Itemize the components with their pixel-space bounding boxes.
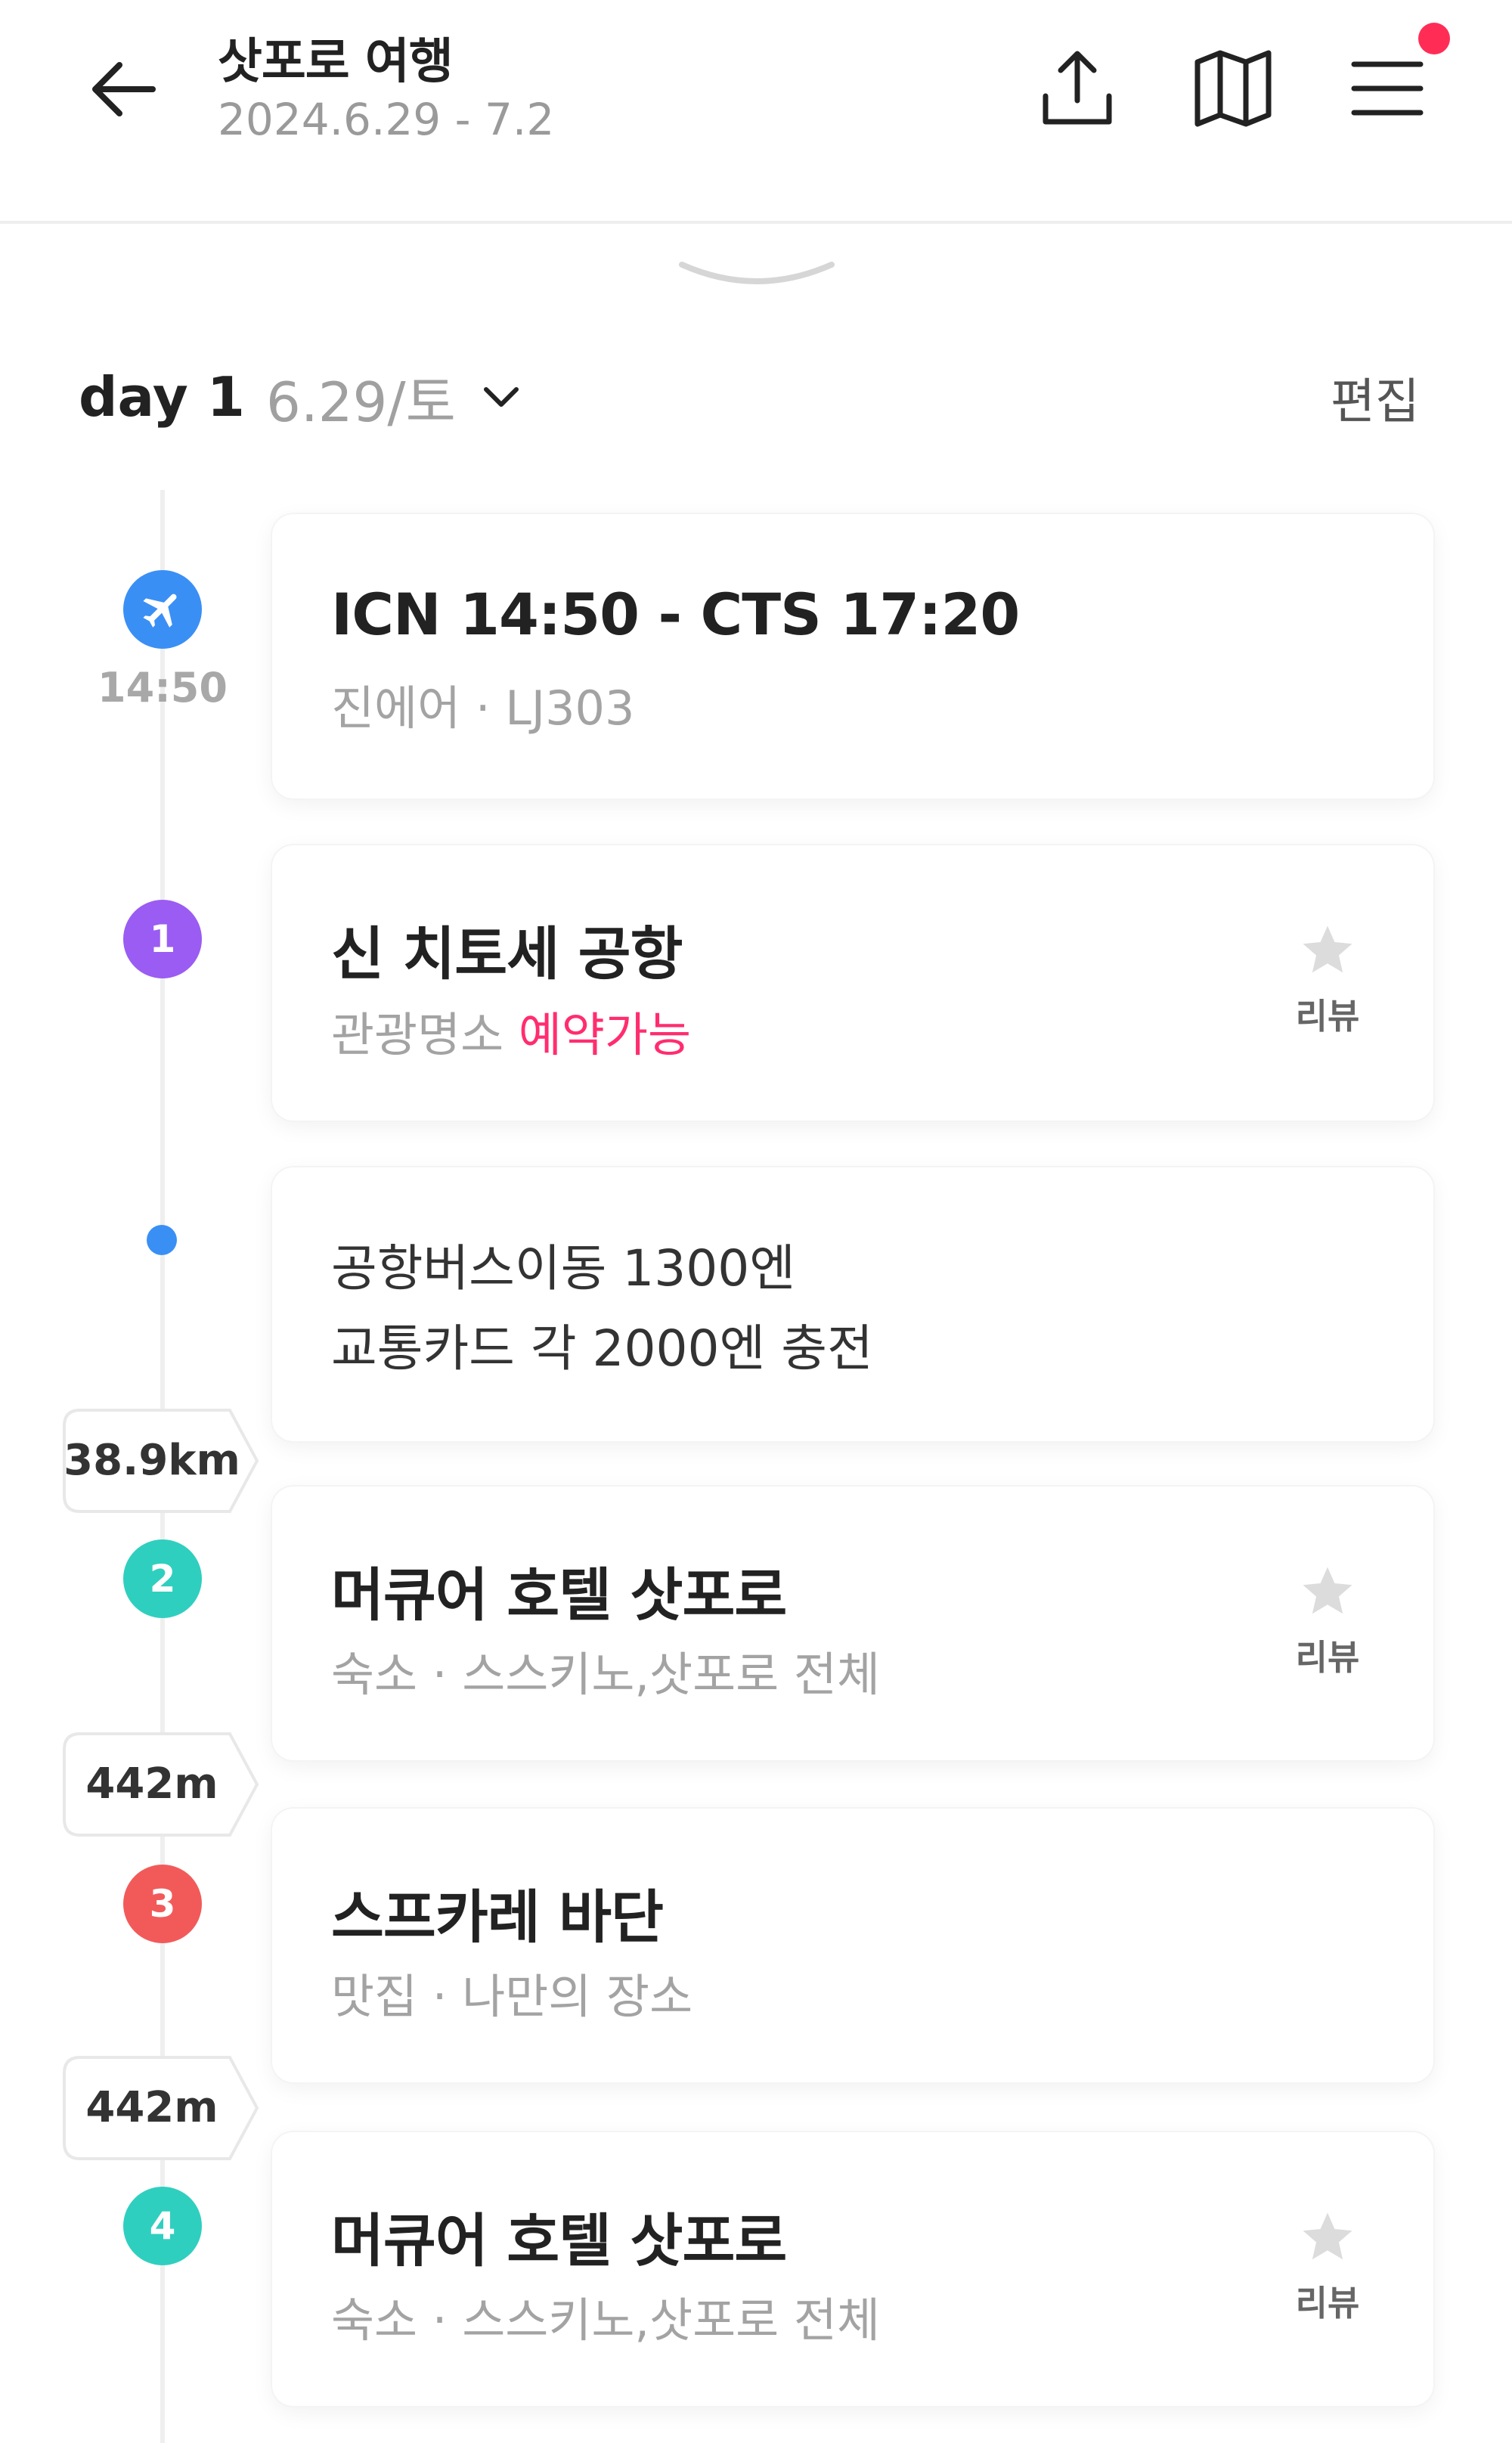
place-title: 신 치토세 공항	[331, 920, 683, 987]
place-number-marker: 1	[123, 900, 202, 978]
memo-dot	[147, 1225, 177, 1255]
place-number-marker: 4	[123, 2187, 202, 2265]
memo-card[interactable]: 공항버스이동 1300엔 교통카드 각 2000엔 충전	[272, 1167, 1433, 1441]
place-title: 스프카레 바단	[331, 1883, 664, 1951]
place-title: 머큐어 호텔 삿포로	[331, 2207, 787, 2274]
memo-line: 공항버스이동 1300엔	[331, 1239, 795, 1297]
chevron-down-icon	[482, 382, 521, 412]
map-icon	[1194, 50, 1272, 127]
top-app-bar: 삿포로 여행 2024.6.29 - 7.2	[0, 0, 1512, 224]
notification-dot	[1418, 23, 1450, 54]
place-category: 관광명소	[331, 1007, 504, 1062]
flight-subtitle: 진에어 · LJ303	[331, 681, 635, 736]
trip-dates: 2024.6.29 - 7.2	[218, 94, 555, 145]
place-title: 머큐어 호텔 삿포로	[331, 1561, 787, 1629]
place-subtitle: 맛집 · 나만의 장소	[331, 1969, 693, 2024]
distance-label: 442m	[85, 1759, 218, 1809]
flight-title: ICN 14:50 - CTS 17:20	[331, 581, 1020, 648]
share-upload-icon	[1043, 51, 1112, 125]
arrow-left-icon	[92, 62, 156, 116]
day-date: 6.29/토	[266, 370, 456, 434]
distance-badge: 442m	[62, 2055, 260, 2161]
review-button[interactable]: 리뷰	[1282, 1562, 1373, 1680]
place-number-marker: 3	[123, 1865, 202, 1943]
place-subtitle: 숙소 · 스스키노,삿포로 전체	[331, 2293, 880, 2348]
edit-button[interactable]: 편집	[1331, 363, 1420, 432]
day-selector[interactable]: day 1 6.29/토	[79, 355, 521, 439]
place-subtitle: 관광명소 예약가능	[331, 997, 691, 1065]
place-subtitle: 숙소 · 스스키노,삿포로 전체	[331, 1647, 880, 1702]
back-button[interactable]	[79, 44, 169, 135]
place-number-marker: 2	[123, 1539, 202, 1618]
plane-icon	[143, 594, 177, 628]
trip-title: 삿포로 여행	[218, 34, 454, 90]
place-card[interactable]: 머큐어 호텔 삿포로 숙소 · 스스키노,삿포로 전체 리뷰	[272, 1487, 1433, 1760]
collapse-handle[interactable]	[677, 254, 836, 299]
hamburger-menu-icon	[1351, 61, 1424, 116]
review-label: 리뷰	[1295, 2283, 1360, 2324]
flight-marker	[123, 570, 202, 649]
star-icon	[1303, 2212, 1352, 2260]
reservable-badge: 예약가능	[518, 1007, 692, 1062]
place-card[interactable]: 스프카레 바단 맛집 · 나만의 장소	[272, 1809, 1433, 2082]
memo-line: 교통카드 각 2000엔 충전	[331, 1319, 873, 1378]
review-button[interactable]: 리뷰	[1282, 921, 1373, 1039]
review-label: 리뷰	[1295, 1637, 1360, 1678]
distance-badge: 442m	[62, 1731, 260, 1837]
star-icon	[1303, 1567, 1352, 1614]
map-button[interactable]	[1184, 39, 1282, 138]
day-label: day 1	[79, 365, 246, 429]
review-label: 리뷰	[1295, 996, 1360, 1037]
flight-card[interactable]: ICN 14:50 - CTS 17:20 진에어 · LJ303	[272, 514, 1433, 798]
distance-badge: 38.9km	[62, 1408, 260, 1514]
review-button[interactable]: 리뷰	[1282, 2208, 1373, 2326]
distance-label: 442m	[85, 2083, 218, 2132]
flight-time: 14:50	[98, 664, 228, 712]
menu-button[interactable]	[1338, 39, 1436, 138]
star-icon	[1303, 925, 1352, 973]
chevron-down-handle-icon	[679, 262, 835, 284]
place-card[interactable]: 신 치토세 공항 관광명소 예약가능 리뷰	[272, 845, 1433, 1121]
share-button[interactable]	[1028, 39, 1126, 138]
distance-label: 38.9km	[64, 1436, 240, 1485]
place-card[interactable]: 머큐어 호텔 삿포로 숙소 · 스스키노,삿포로 전체 리뷰	[272, 2132, 1433, 2406]
